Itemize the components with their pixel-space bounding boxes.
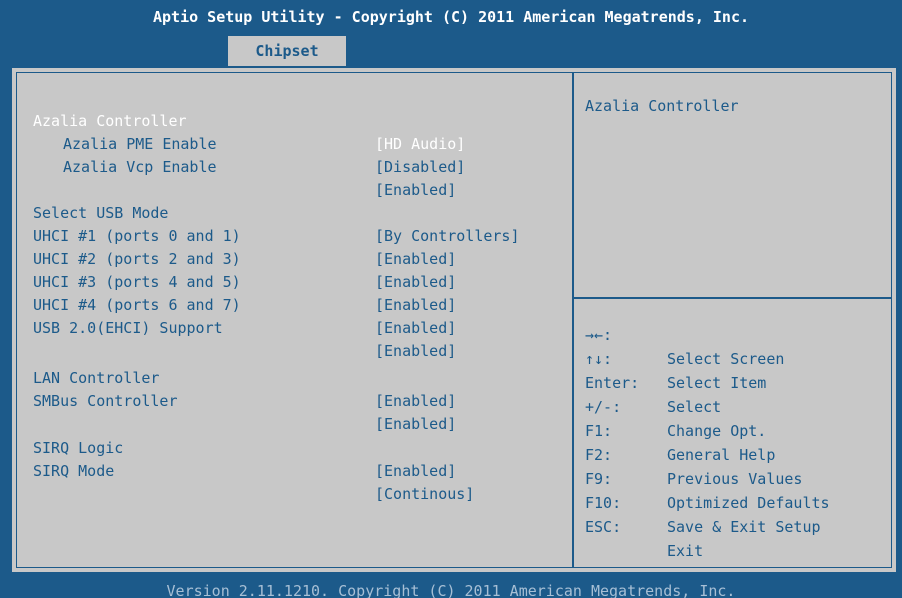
key-description: Save & Exit Setup: [667, 518, 821, 536]
setting-uhci-3[interactable]: UHCI #3 (ports 4 and 5) [Enabled]: [33, 248, 563, 314]
key-row-select-item: ↑↓: Select Item: [585, 323, 885, 392]
setting-label: Azalia Vcp Enable: [63, 158, 217, 176]
setting-label: SIRQ Mode: [33, 462, 115, 480]
setting-label: USB 2.0(EHCI) Support: [33, 319, 223, 337]
tab-chipset[interactable]: Chipset: [228, 36, 346, 67]
key-description: Exit: [667, 542, 704, 560]
key-esc: ESC:: [585, 518, 622, 536]
key-row-exit: ESC: Exit: [585, 491, 885, 560]
setting-sirq-logic[interactable]: SIRQ Logic [Enabled]: [33, 414, 563, 480]
key-row-optimized-defaults: F9: Optimized Defaults: [585, 443, 885, 512]
setting-value[interactable]: [Enabled]: [375, 390, 456, 413]
key-row-select: Enter: Select: [585, 347, 885, 416]
setting-value[interactable]: [Continous]: [375, 483, 474, 506]
version-footer: Version 2.11.1210. Copyright (C) 2011 Am…: [0, 578, 902, 598]
utility-title: Aptio Setup Utility - Copyright (C) 2011…: [152, 8, 750, 26]
help-description: Azalia Controller: [585, 97, 739, 115]
setting-select-usb-mode[interactable]: Select USB Mode [By Controllers]: [33, 179, 563, 245]
header-bar: Aptio Setup Utility - Copyright (C) 2011…: [0, 0, 902, 67]
setting-lan-controller[interactable]: LAN Controller [Enabled]: [33, 344, 563, 410]
main-panel: Azalia Controller [HD Audio] Azalia PME …: [10, 66, 898, 574]
setting-value[interactable]: [Enabled]: [375, 317, 456, 340]
setting-label: SMBus Controller: [33, 392, 178, 410]
setting-uhci-2[interactable]: UHCI #2 (ports 2 and 3) [Enabled]: [33, 225, 563, 291]
setting-value[interactable]: [Enabled]: [375, 460, 456, 483]
setting-sirq-mode[interactable]: SIRQ Mode [Continous]: [33, 437, 563, 503]
setting-usb-ehci-support[interactable]: USB 2.0(EHCI) Support [Enabled]: [33, 294, 563, 360]
setting-value[interactable]: [Disabled]: [375, 156, 465, 179]
setting-azalia-vcp-enable[interactable]: Azalia Vcp Enable [Enabled]: [33, 133, 563, 199]
key-row-save-exit: F10: Save & Exit Setup: [585, 467, 885, 536]
key-row-select-screen: →←: Select Screen: [585, 299, 885, 368]
setting-smbus-controller[interactable]: SMBus Controller [Enabled]: [33, 367, 563, 433]
setting-azalia-pme-enable[interactable]: Azalia PME Enable [Disabled]: [33, 110, 563, 176]
key-legend: →←: Select Screen ↑↓: Select Item Enter:…: [585, 299, 885, 560]
setting-azalia-controller[interactable]: Azalia Controller [HD Audio]: [33, 87, 563, 153]
setting-uhci-4[interactable]: UHCI #4 (ports 6 and 7) [Enabled]: [33, 271, 563, 337]
key-row-previous-values: F2: Previous Values: [585, 419, 885, 488]
panel-inner-frame: Azalia Controller [HD Audio] Azalia PME …: [16, 72, 892, 568]
setting-uhci-1[interactable]: UHCI #1 (ports 0 and 1) [Enabled]: [33, 202, 563, 268]
key-row-general-help: F1: General Help: [585, 395, 885, 464]
key-row-change-opt: +/-: Change Opt.: [585, 371, 885, 440]
vertical-divider: [572, 73, 574, 567]
